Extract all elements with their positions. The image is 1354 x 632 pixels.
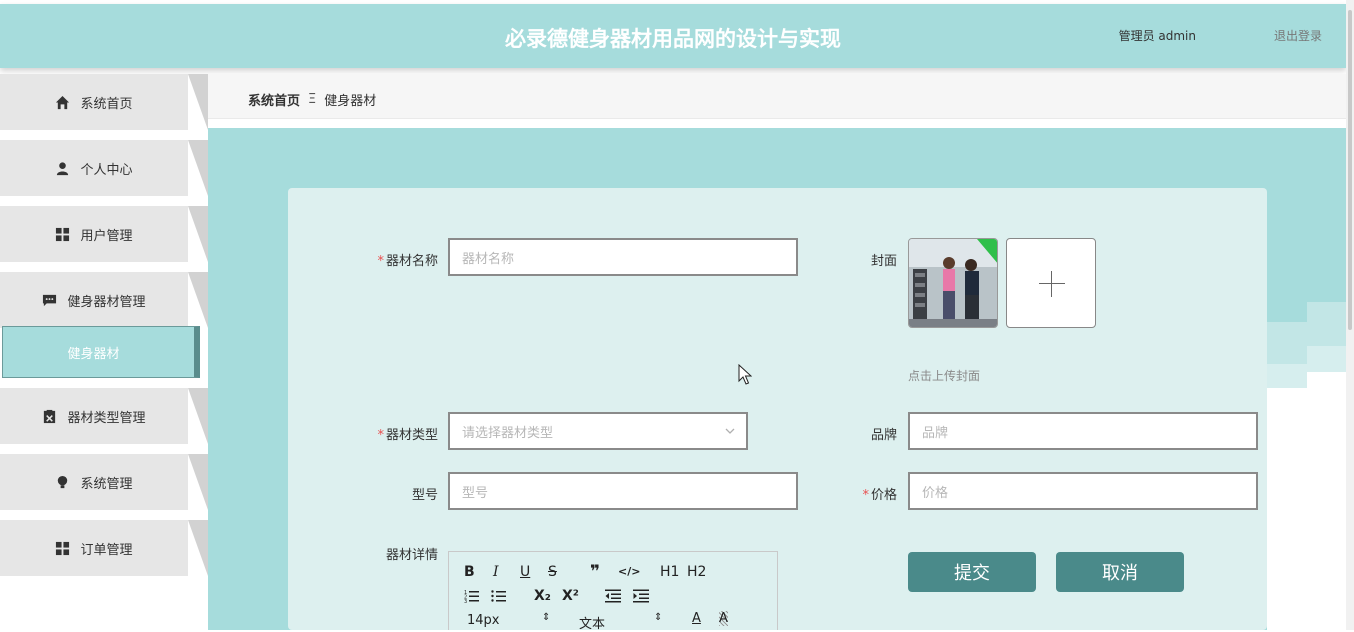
block-type-arrows-icon: ⇕ (654, 612, 663, 623)
sidebar-item-label: 系统首页 (80, 96, 133, 112)
gym-photo-icon (909, 239, 997, 327)
sidebar-item-label: 健身器材管理 (67, 294, 146, 310)
plus-icon (1039, 283, 1065, 284)
decor-block (1267, 364, 1307, 388)
svg-text:3: 3 (464, 599, 467, 603)
strike-button[interactable]: S (548, 564, 557, 580)
grid-icon (56, 227, 70, 241)
sidebar-item-system[interactable]: 系统管理 (0, 454, 208, 510)
code-button[interactable]: </> (618, 565, 640, 578)
chat-icon (43, 294, 57, 306)
sidebar-item-users[interactable]: 用户管理 (0, 206, 208, 262)
home-icon (56, 95, 70, 109)
upload-cover-button[interactable] (1006, 238, 1096, 328)
bulb-icon (58, 475, 68, 488)
scrollbar-thumb[interactable] (1348, 10, 1352, 330)
h1-button[interactable]: H1 (660, 564, 679, 580)
chevron-down-icon (725, 428, 735, 434)
sidebar-item-label: 订单管理 (80, 542, 133, 558)
sidebar-item-type-mgmt[interactable]: 器材类型管理 (0, 388, 208, 444)
font-size-arrows-icon: ⇕ (542, 612, 551, 623)
clipboard-icon (44, 409, 56, 423)
sidebar-item-orders[interactable]: 订单管理 (0, 520, 208, 576)
indent-icon[interactable] (633, 589, 649, 603)
h2-button[interactable]: H2 (687, 564, 706, 580)
breadcrumb-separator: Ξ (308, 92, 317, 107)
superscript-button[interactable]: X² (562, 588, 579, 604)
decor-block (1307, 302, 1346, 346)
price-label: * 价格 (862, 488, 897, 503)
ordered-list-icon[interactable]: 123 (464, 589, 480, 603)
decor-block (1307, 346, 1346, 372)
font-color-icon[interactable]: A (692, 611, 701, 626)
sidebar-item-label: 器材类型管理 (67, 410, 146, 426)
sidebar-item-profile[interactable]: 个人中心 (0, 140, 208, 196)
upload-hint: 点击上传封面 (908, 369, 981, 383)
cover-label: 封面 (870, 254, 897, 269)
sidebar-item-home[interactable]: 系统首页 (0, 74, 208, 130)
app-header: 必录德健身器材用品网的设计与实现 管理员 admin 退出登录 (0, 4, 1346, 68)
name-label: * 器材名称 (377, 254, 438, 269)
sidebar-item-equipment-mgmt[interactable]: 健身器材管理 (0, 272, 208, 328)
logout-link[interactable]: 退出登录 (1274, 27, 1322, 44)
breadcrumb-current: 健身器材 (324, 94, 377, 109)
type-label: * 器材类型 (377, 428, 438, 443)
italic-button[interactable]: I (493, 564, 499, 580)
sidebar-subitem-label: 健身器材 (67, 346, 120, 362)
cover-image[interactable] (908, 238, 998, 328)
page-scrollbar[interactable] (1346, 0, 1354, 630)
mouse-cursor-icon (738, 364, 752, 385)
decor-block (1307, 372, 1346, 630)
subscript-button[interactable]: X₂ (534, 588, 551, 604)
model-input[interactable]: 型号 (448, 472, 798, 510)
sidebar-subitem-equipment[interactable]: 健身器材 (2, 326, 200, 378)
type-select[interactable]: 请选择器材类型 (448, 412, 748, 450)
brand-input[interactable]: 品牌 (908, 412, 1258, 450)
grid-icon (56, 541, 70, 555)
bullet-list-icon[interactable] (491, 589, 507, 603)
decor-block (1267, 322, 1307, 364)
rich-text-editor: B I U S ❞ </> H1 H2 123 X₂ X² 14px ⇕ 文本 … (448, 551, 778, 632)
detail-label: 器材详情 (385, 548, 438, 563)
underline-button[interactable]: U (520, 564, 530, 580)
block-type-select[interactable]: 文本 (579, 613, 605, 632)
sidebar: 系统首页 个人中心 用户管理 健身器材管理 健身器材 器材类型管理 系统管理 订… (0, 74, 208, 630)
sidebar-item-label: 用户管理 (80, 228, 133, 244)
current-user-label: 管理员 admin (1118, 29, 1196, 43)
sidebar-item-label: 系统管理 (80, 476, 133, 492)
cancel-button[interactable]: 取消 (1056, 552, 1184, 592)
font-size-select[interactable]: 14px (467, 613, 500, 628)
bold-button[interactable]: B (464, 564, 475, 580)
decor-block (1267, 388, 1307, 630)
breadcrumb-bar: 系统首页 Ξ 健身器材 (208, 74, 1346, 119)
submit-button[interactable]: 提交 (908, 552, 1036, 592)
model-label: 型号 (411, 488, 438, 503)
user-icon (57, 161, 69, 175)
background-color-icon[interactable]: A (719, 611, 728, 626)
sidebar-item-label: 个人中心 (80, 162, 133, 178)
name-input[interactable]: 器材名称 (448, 238, 798, 276)
outdent-icon[interactable] (605, 589, 621, 603)
price-input[interactable]: 价格 (908, 472, 1258, 510)
breadcrumb: 系统首页 Ξ 健身器材 (248, 90, 376, 109)
breadcrumb-home[interactable]: 系统首页 (248, 90, 300, 109)
blockquote-button[interactable]: ❞ (590, 562, 600, 582)
brand-label: 品牌 (870, 428, 897, 443)
